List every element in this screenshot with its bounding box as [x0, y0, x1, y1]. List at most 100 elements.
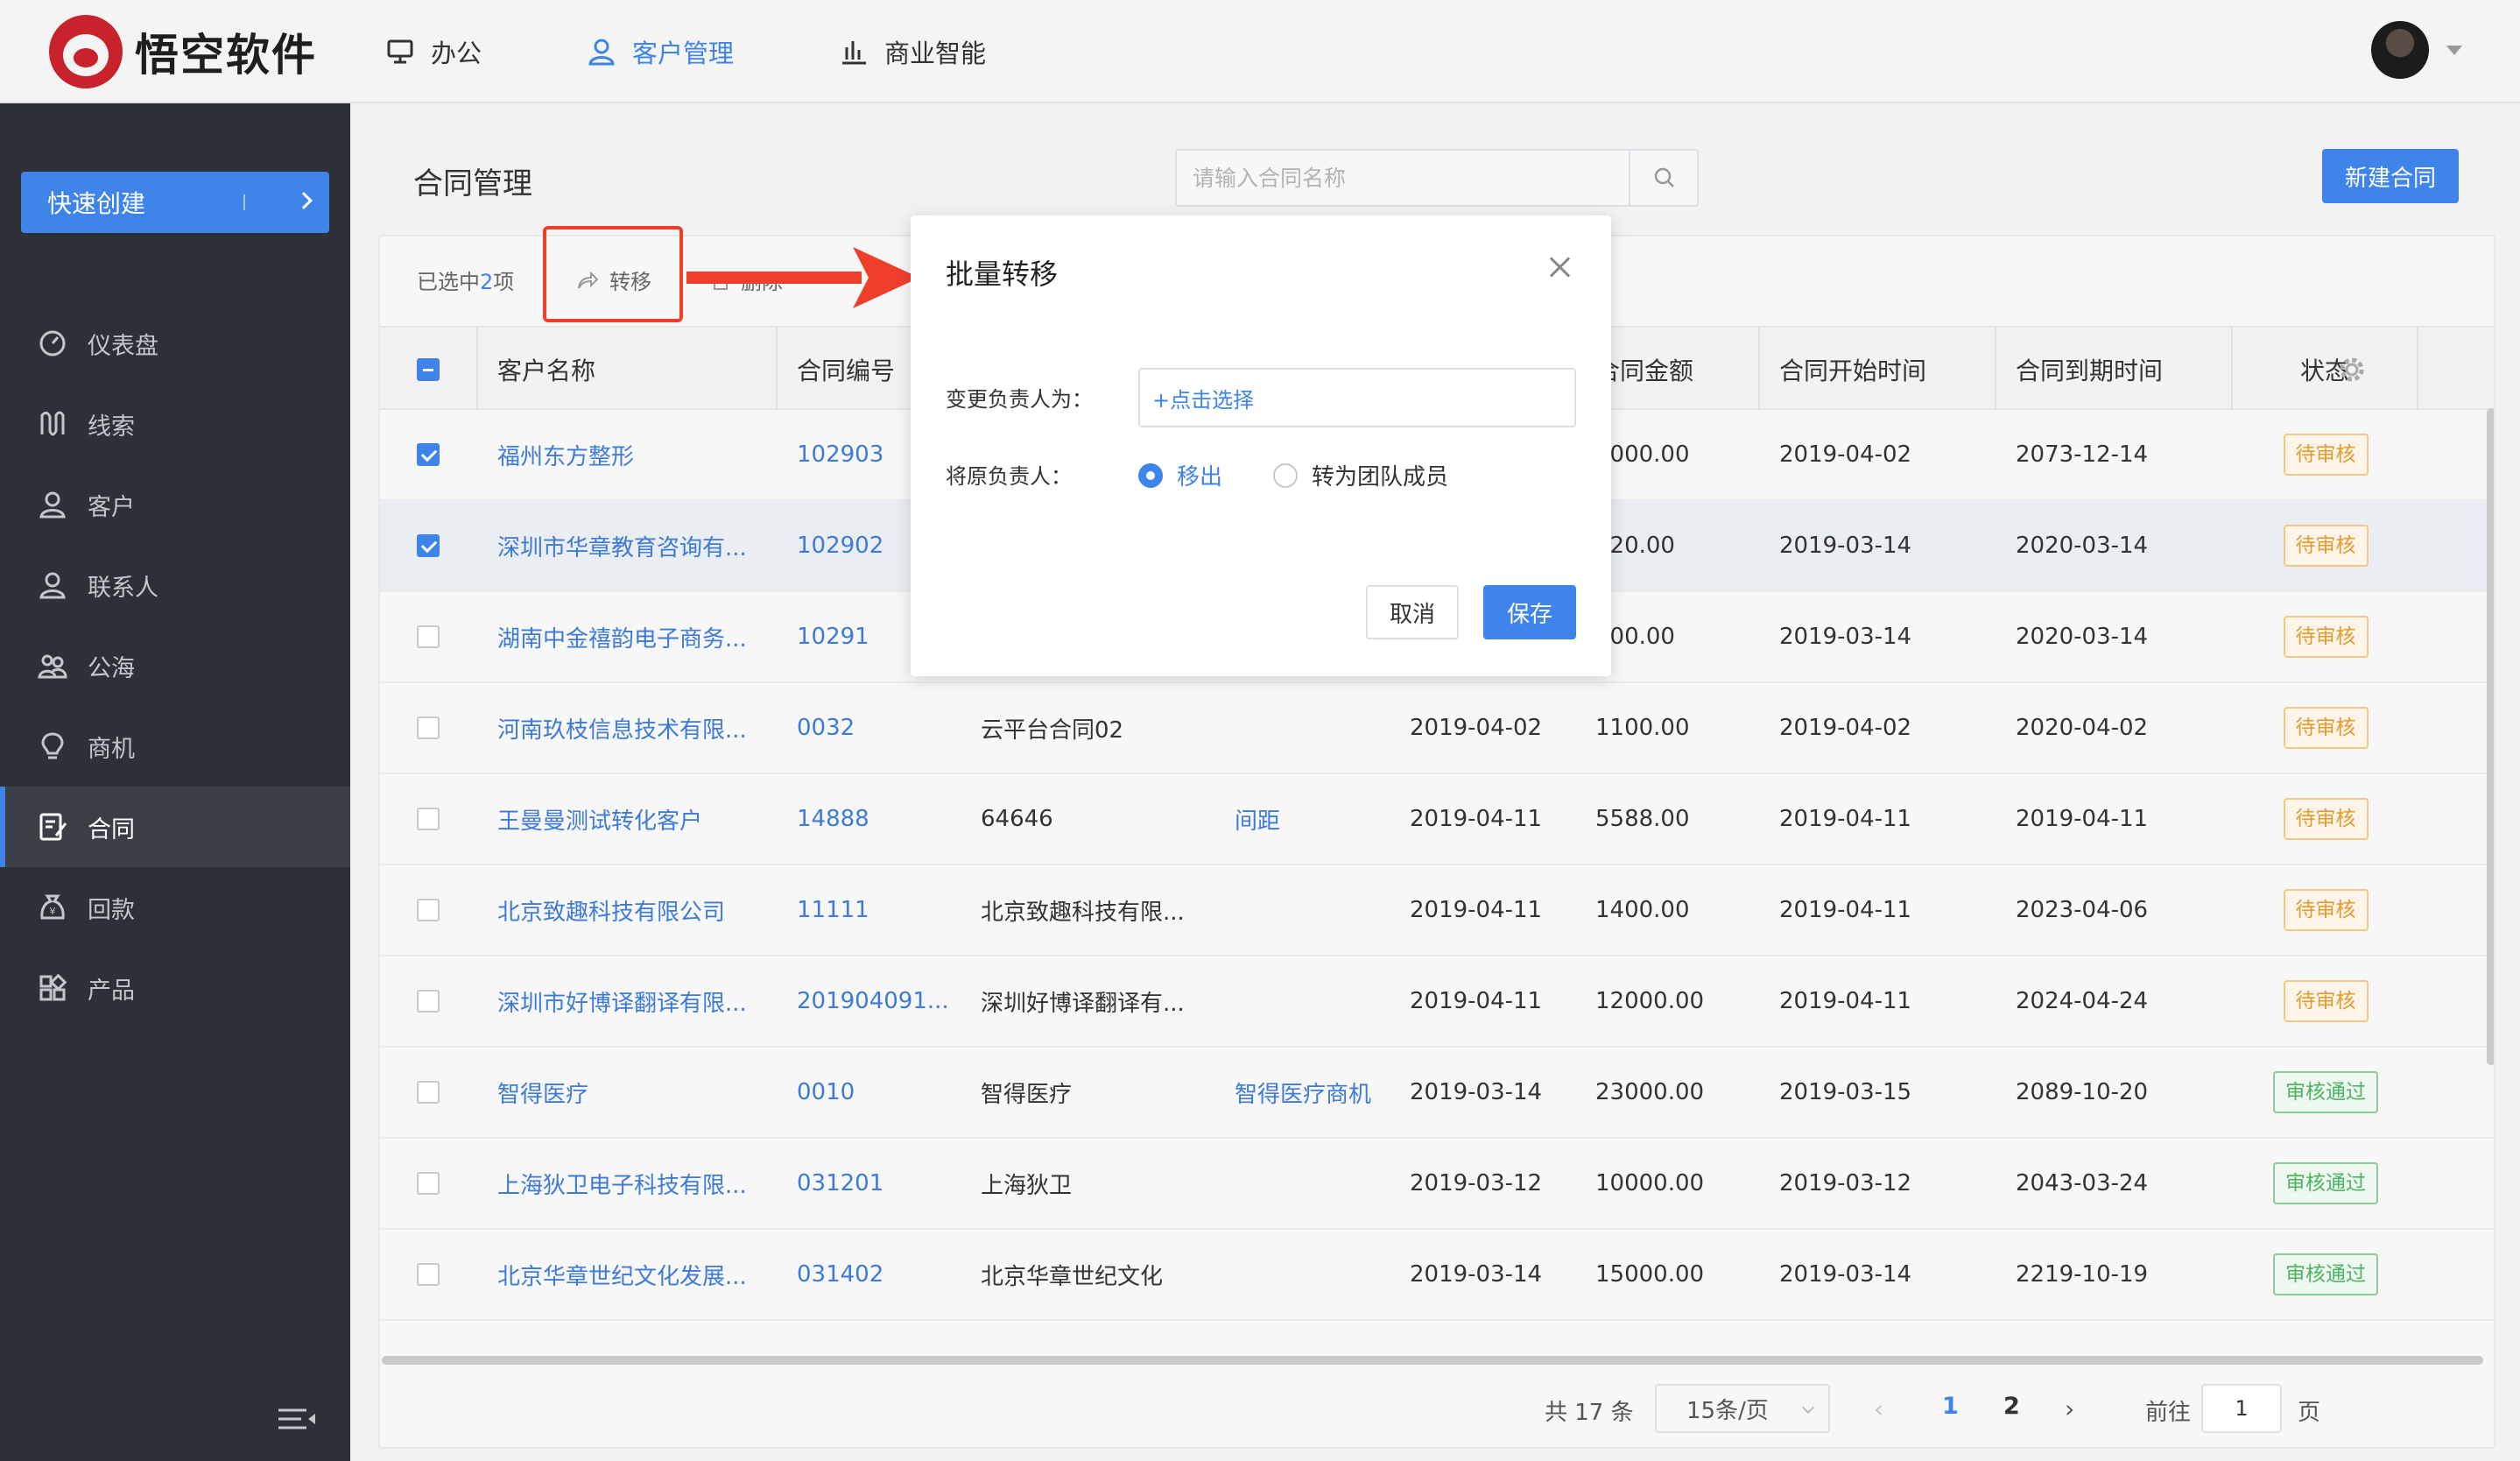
contract-number-cell[interactable]: 11111: [797, 865, 954, 955]
row-checkbox[interactable]: [417, 1172, 440, 1195]
contract-number-cell[interactable]: 14888: [797, 774, 954, 864]
table-row[interactable]: 智得医疗 0010 智得医疗 智得医疗商机 2019-03-14 23000.00 2019…: [380, 1048, 2494, 1139]
row-checkbox[interactable]: [417, 625, 440, 648]
table-row[interactable]: 王曼曼测试转化客户 14888 64646 间距 2019-04-11 5588.00 20…: [380, 774, 2494, 865]
cancel-button[interactable]: 取消: [1366, 585, 1459, 639]
contract-number-cell[interactable]: 031201: [797, 1139, 954, 1228]
next-page-button[interactable]: ›: [2065, 1394, 2074, 1423]
contract-name-cell: 云平台合同02: [981, 716, 1124, 744]
row-checkbox[interactable]: [417, 990, 440, 1013]
opportunity-cell: [1235, 865, 1383, 955]
select-all-checkbox[interactable]: [417, 358, 440, 381]
customer-name-cell[interactable]: 深圳市华章教育咨询有...: [497, 501, 778, 590]
nav-item-customer[interactable]: 客户管理: [587, 33, 734, 70]
end-date-cell: 2043-03-24: [2016, 1170, 2149, 1196]
monitor-icon: [387, 39, 413, 64]
row-checkbox-cell: [417, 410, 452, 499]
column-header[interactable]: 客户名称: [478, 328, 778, 412]
radio-team-member[interactable]: 转为团队成员: [1273, 459, 1448, 491]
sidebar-menu: 仪表盘 线索 客户 联系人 公海 商机 合同 ¥ 回款 产品: [0, 303, 350, 1028]
sidebar-item-dashboard[interactable]: 仪表盘: [0, 303, 350, 384]
contract-number-cell[interactable]: 0032: [797, 683, 954, 773]
column-header[interactable]: 合同开始时间: [1760, 328, 1996, 412]
amount-cell: 15000.00: [1595, 1261, 1705, 1288]
logo[interactable]: 悟空软件: [49, 12, 317, 91]
row-checkbox[interactable]: [417, 808, 440, 830]
selection-prefix: 已选中: [417, 270, 480, 294]
nav-item-office[interactable]: 办公: [385, 33, 482, 70]
header-select-all[interactable]: [380, 328, 478, 412]
sidebar-item-label: 产品: [88, 977, 135, 1005]
row-checkbox[interactable]: [417, 899, 440, 921]
nav-item-bi[interactable]: 商业智能: [839, 33, 986, 70]
search-input[interactable]: [1177, 151, 1630, 205]
column-header[interactable]: 合同到期时间: [1996, 328, 2233, 412]
order-date-cell: 2019-04-11: [1410, 988, 1543, 1014]
sidebar-item-leads[interactable]: 线索: [0, 384, 350, 464]
table-row[interactable]: 北京华章世纪文化发展... 031402 北京华章世纪文化 2019-03-14 150…: [380, 1230, 2494, 1321]
chevron-down-icon[interactable]: [2446, 46, 2462, 55]
horizontal-scrollbar[interactable]: [382, 1356, 2483, 1365]
sidebar-item-payment[interactable]: ¥ 回款: [0, 867, 350, 948]
customer-name-cell[interactable]: 王曼曼测试转化客户: [497, 774, 778, 864]
status-cell: 待审核: [2233, 501, 2418, 590]
sidebar-item-opportunity[interactable]: 商机: [0, 706, 350, 787]
sidebar-item-product[interactable]: 产品: [0, 948, 350, 1028]
quick-create-button[interactable]: 快速创建: [21, 172, 329, 233]
table-row[interactable]: 上海狄卫电子科技有限... 031201 上海狄卫 2019-03-12 10000.0…: [380, 1139, 2494, 1230]
end-date-cell: 2020-03-14: [2016, 533, 2149, 559]
page-size-select[interactable]: 15条/页: [1655, 1384, 1830, 1433]
table-row[interactable]: 北京致趣科技有限公司 11111 北京致趣科技有限... 2019-04-11 1400…: [380, 865, 2494, 956]
row-checkbox[interactable]: [417, 716, 440, 739]
page-number[interactable]: 2: [2003, 1393, 2020, 1420]
contract-number-cell[interactable]: 0010: [797, 1048, 954, 1137]
customer-name-cell[interactable]: 智得医疗: [497, 1048, 778, 1137]
customer-name-cell[interactable]: 上海狄卫电子科技有限...: [497, 1139, 778, 1228]
table-row[interactable]: 河南玖枝信息技术有限... 0032 云平台合同02 2019-04-02 1100.0…: [380, 683, 2494, 774]
page-number[interactable]: 1: [1942, 1393, 1959, 1420]
row-checkbox[interactable]: [417, 1263, 440, 1286]
row-checkbox[interactable]: [417, 443, 440, 466]
start-date-cell: 2019-04-02: [1779, 441, 1912, 468]
customer-name-cell[interactable]: 福州东方整形: [497, 410, 778, 499]
bulk-transfer-dialog: 批量转移 变更负责人为： +点击选择 将原负责人： 移出 转为团队成员 取消 保…: [911, 215, 1611, 676]
customer-name-cell[interactable]: 北京华章世纪文化发展...: [497, 1230, 778, 1319]
monkey-logo-icon: [49, 15, 123, 88]
amount-cell: 100.00: [1595, 624, 1675, 650]
search-button[interactable]: [1629, 151, 1699, 205]
sidebar-item-pool[interactable]: 公海: [0, 625, 350, 706]
end-date-cell: 2023-04-06: [2016, 897, 2149, 923]
gear-icon[interactable]: [2338, 356, 2366, 384]
annotation-arrow-icon: [686, 247, 919, 308]
sidebar-item-contacts[interactable]: 联系人: [0, 545, 350, 625]
close-icon[interactable]: [1545, 252, 1576, 284]
opportunity-cell[interactable]: 间距: [1235, 774, 1383, 864]
status-badge: 待审核: [2283, 616, 2369, 658]
customer-name-cell[interactable]: 河南玖枝信息技术有限...: [497, 683, 778, 773]
row-checkbox[interactable]: [417, 534, 440, 557]
order-date-cell: 2019-04-11: [1410, 806, 1543, 832]
opportunity-cell[interactable]: 智得医疗商机: [1235, 1048, 1383, 1137]
table-row[interactable]: 深圳市好博译翻译有限... 201904091... 深圳好博译翻译有... 2019…: [380, 956, 2494, 1048]
radio-remove[interactable]: 移出: [1138, 459, 1222, 491]
sidebar-item-customer[interactable]: 客户: [0, 464, 350, 545]
contract-number-cell[interactable]: 201904091...: [797, 956, 954, 1046]
customer-name-cell[interactable]: 湖南中金禧韵电子商务...: [497, 592, 778, 681]
customer-name-cell[interactable]: 北京致趣科技有限公司: [497, 865, 778, 955]
avatar[interactable]: [2371, 21, 2429, 79]
owner-label: 变更负责人为：: [946, 387, 1093, 412]
owner-select-field[interactable]: +点击选择: [1138, 368, 1576, 427]
goto-page-input[interactable]: [2201, 1384, 2282, 1433]
save-button[interactable]: 保存: [1483, 585, 1576, 639]
customer-name-cell[interactable]: 深圳市好博译翻译有限...: [497, 956, 778, 1046]
payment-icon: ¥: [40, 894, 65, 920]
vertical-scrollbar[interactable]: [2487, 408, 2494, 1065]
sidebar-item-contract[interactable]: 合同: [0, 787, 350, 867]
new-contract-button[interactable]: 新建合同: [2322, 149, 2459, 203]
contract-number-cell[interactable]: 031402: [797, 1230, 954, 1319]
collapse-menu-icon[interactable]: [277, 1407, 317, 1433]
row-checkbox[interactable]: [417, 1081, 440, 1104]
row-checkbox-cell: [417, 774, 452, 864]
prev-page-button[interactable]: ‹: [1874, 1394, 1883, 1423]
column-header[interactable]: 状态: [2233, 328, 2418, 412]
